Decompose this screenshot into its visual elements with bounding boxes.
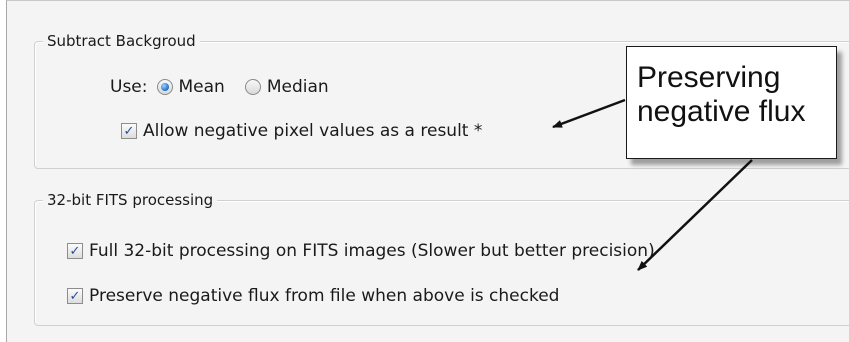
median-radio[interactable]: Median	[244, 77, 329, 97]
fits-processing-group: 32-bit FITS processing	[34, 190, 849, 326]
radio-unselected-icon	[244, 79, 261, 95]
mean-radio[interactable]: Mean	[156, 77, 225, 97]
callout-line-2: negative flux	[637, 95, 806, 128]
annotation-callout: Preserving negative flux	[626, 46, 837, 159]
radio-selected-icon	[156, 79, 173, 95]
callout-line-1: Preserving	[637, 61, 781, 94]
use-label: Use:	[110, 77, 148, 97]
allow-negative-label: Allow negative pixel values as a result …	[143, 121, 483, 141]
mean-label: Mean	[178, 77, 225, 97]
use-row: Use: Mean Median	[110, 77, 329, 97]
preserve-negative-label: Preserve negative flux from file when ab…	[89, 286, 560, 306]
fits-processing-title: 32-bit FITS processing	[43, 190, 218, 210]
subtract-background-title: Subtract Backgroud	[43, 31, 200, 51]
full-32bit-checkbox[interactable]: ✓ Full 32-bit processing on FITS images …	[67, 241, 655, 261]
checkmark-icon: ✓	[67, 243, 83, 259]
checkmark-icon: ✓	[121, 123, 137, 139]
preserve-negative-checkbox[interactable]: ✓ Preserve negative flux from file when …	[67, 286, 559, 306]
allow-negative-checkbox[interactable]: ✓ Allow negative pixel values as a resul…	[121, 121, 482, 141]
checkmark-icon: ✓	[67, 288, 83, 304]
median-label: Median	[266, 77, 329, 97]
full-32bit-label: Full 32-bit processing on FITS images (S…	[89, 241, 655, 261]
